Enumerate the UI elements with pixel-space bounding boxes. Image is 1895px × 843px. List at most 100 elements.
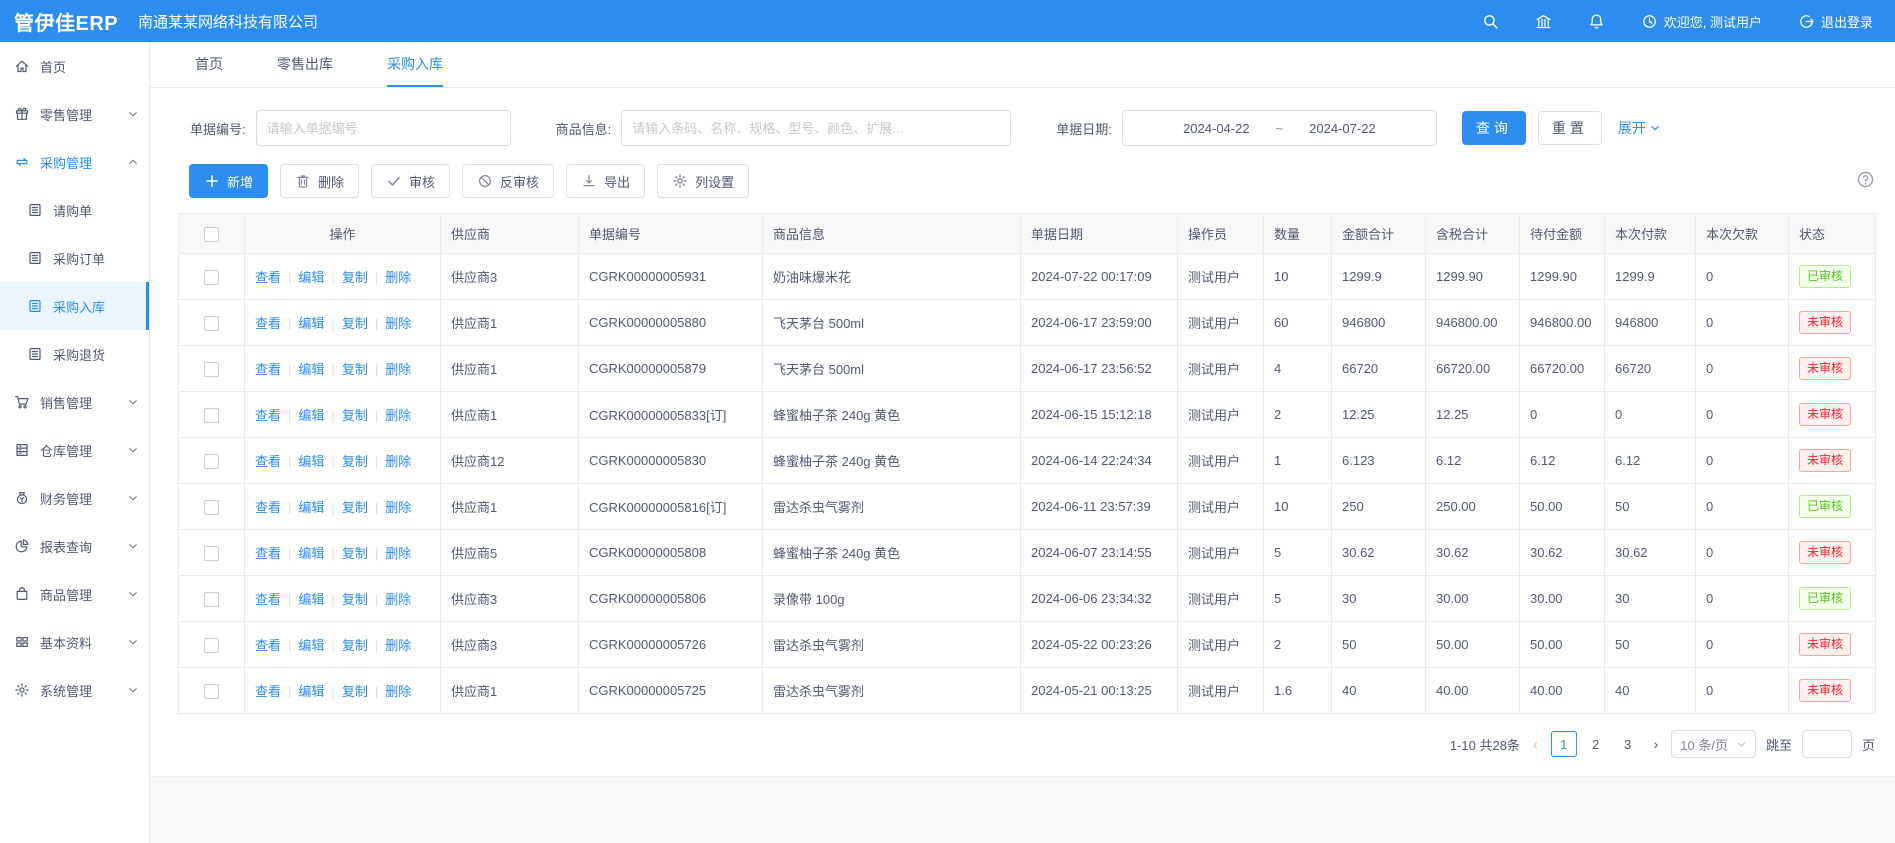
export-button[interactable]: 导出 <box>566 164 645 198</box>
delete-link[interactable]: 删除 <box>385 684 411 699</box>
search-button[interactable]: 查询 <box>1462 111 1526 145</box>
row-checkbox[interactable] <box>204 638 219 653</box>
copy-link[interactable]: 复制 <box>342 316 368 331</box>
status-badge: 已审核 <box>1799 265 1851 287</box>
sidebar-item-purchase-inbound[interactable]: 采购入库 <box>0 282 149 330</box>
sidebar-item-finance-mgmt[interactable]: 财务管理 <box>0 474 149 522</box>
copy-link[interactable]: 复制 <box>342 684 368 699</box>
edit-link[interactable]: 编辑 <box>298 408 324 423</box>
prev-page-arrow[interactable]: ‹ <box>1530 736 1541 752</box>
delete-button[interactable]: 删除 <box>280 164 359 198</box>
delete-link[interactable]: 删除 <box>385 270 411 285</box>
sidebar-item-report-query[interactable]: 报表查询 <box>0 522 149 570</box>
sidebar-item-sales-mgmt[interactable]: 销售管理 <box>0 378 149 426</box>
delete-link[interactable]: 删除 <box>385 408 411 423</box>
page-number-3[interactable]: 3 <box>1615 731 1641 757</box>
copy-link[interactable]: 复制 <box>342 408 368 423</box>
unaudit-button[interactable]: 反审核 <box>462 164 554 198</box>
sidebar-item-system-mgmt[interactable]: 系统管理 <box>0 666 149 714</box>
tab-retail-outbound[interactable]: 零售出库 <box>277 42 333 87</box>
select-all-checkbox[interactable] <box>204 227 219 242</box>
copy-link[interactable]: 复制 <box>342 500 368 515</box>
row-checkbox[interactable] <box>204 592 219 607</box>
sidebar-item-product-mgmt[interactable]: 商品管理 <box>0 570 149 618</box>
action-separator: | <box>331 592 334 607</box>
row-checkbox[interactable] <box>204 500 219 515</box>
date-range-picker[interactable]: 2024-04-22 ~ 2024-07-22 <box>1122 110 1437 146</box>
delete-link[interactable]: 删除 <box>385 500 411 515</box>
edit-link[interactable]: 编辑 <box>298 362 324 377</box>
date-to-value[interactable]: 2024-07-22 <box>1309 121 1376 136</box>
row-checkbox[interactable] <box>204 362 219 377</box>
view-link[interactable]: 查看 <box>255 684 281 699</box>
sidebar-item-retail-mgmt[interactable]: 零售管理 <box>0 90 149 138</box>
view-link[interactable]: 查看 <box>255 362 281 377</box>
order-no-input[interactable] <box>256 110 511 146</box>
add-button[interactable]: 新增 <box>189 164 268 198</box>
copy-link[interactable]: 复制 <box>342 592 368 607</box>
view-link[interactable]: 查看 <box>255 500 281 515</box>
bell-icon[interactable] <box>1588 13 1605 30</box>
edit-link[interactable]: 编辑 <box>298 316 324 331</box>
sidebar-item-warehouse-mgmt[interactable]: 仓库管理 <box>0 426 149 474</box>
edit-link[interactable]: 编辑 <box>298 500 324 515</box>
view-link[interactable]: 查看 <box>255 316 281 331</box>
help-icon[interactable] <box>1856 170 1875 192</box>
bank-icon[interactable] <box>1535 13 1552 30</box>
delete-link[interactable]: 删除 <box>385 592 411 607</box>
expand-link[interactable]: 展开 <box>1618 118 1661 138</box>
edit-link[interactable]: 编辑 <box>298 684 324 699</box>
reset-button[interactable]: 重置 <box>1538 111 1602 145</box>
row-checkbox[interactable] <box>204 454 219 469</box>
edit-link[interactable]: 编辑 <box>298 592 324 607</box>
cell-owed: 0 <box>1696 622 1789 668</box>
cell-paid: 30.62 <box>1605 530 1696 576</box>
edit-link[interactable]: 编辑 <box>298 638 324 653</box>
view-link[interactable]: 查看 <box>255 638 281 653</box>
copy-link[interactable]: 复制 <box>342 362 368 377</box>
delete-link[interactable]: 删除 <box>385 546 411 561</box>
view-link[interactable]: 查看 <box>255 546 281 561</box>
delete-link[interactable]: 删除 <box>385 316 411 331</box>
delete-link[interactable]: 删除 <box>385 362 411 377</box>
row-checkbox[interactable] <box>204 546 219 561</box>
page-number-2[interactable]: 2 <box>1583 731 1609 757</box>
page-number-1[interactable]: 1 <box>1551 731 1577 757</box>
sidebar-item-purchase-order[interactable]: 采购订单 <box>0 234 149 282</box>
column-settings-button[interactable]: 列设置 <box>657 164 749 198</box>
row-checkbox[interactable] <box>204 316 219 331</box>
copy-link[interactable]: 复制 <box>342 270 368 285</box>
edit-link[interactable]: 编辑 <box>298 270 324 285</box>
copy-link[interactable]: 复制 <box>342 454 368 469</box>
row-checkbox[interactable] <box>204 684 219 699</box>
view-link[interactable]: 查看 <box>255 454 281 469</box>
tab-purchase-inbound[interactable]: 采购入库 <box>387 42 443 87</box>
view-link[interactable]: 查看 <box>255 270 281 285</box>
page-size-select[interactable]: 10 条/页 <box>1671 730 1756 758</box>
delete-link[interactable]: 删除 <box>385 638 411 653</box>
edit-link[interactable]: 编辑 <box>298 454 324 469</box>
audit-button[interactable]: 审核 <box>371 164 450 198</box>
delete-link[interactable]: 删除 <box>385 454 411 469</box>
jump-page-input[interactable] <box>1802 730 1852 758</box>
date-from-value[interactable]: 2024-04-22 <box>1183 121 1250 136</box>
sidebar-item-purchase-return[interactable]: 采购退货 <box>0 330 149 378</box>
product-info-input[interactable] <box>621 110 1011 146</box>
copy-link[interactable]: 复制 <box>342 546 368 561</box>
action-separator: | <box>331 454 334 469</box>
row-checkbox[interactable] <box>204 408 219 423</box>
logout-button[interactable]: 退出登录 <box>1798 12 1873 31</box>
view-link[interactable]: 查看 <box>255 592 281 607</box>
sidebar-item-basic-data[interactable]: 基本资料 <box>0 618 149 666</box>
tab-home[interactable]: 首页 <box>195 42 223 87</box>
view-link[interactable]: 查看 <box>255 408 281 423</box>
row-checkbox[interactable] <box>204 270 219 285</box>
sidebar-item-purchase-request[interactable]: 请购单 <box>0 186 149 234</box>
next-page-arrow[interactable]: › <box>1651 736 1662 752</box>
sidebar-item-purchase-mgmt[interactable]: 采购管理 <box>0 138 149 186</box>
sidebar-item-home[interactable]: 首页 <box>0 42 149 90</box>
search-icon[interactable] <box>1482 13 1499 30</box>
copy-link[interactable]: 复制 <box>342 638 368 653</box>
edit-link[interactable]: 编辑 <box>298 546 324 561</box>
welcome-user[interactable]: 欢迎您, 测试用户 <box>1641 12 1762 31</box>
